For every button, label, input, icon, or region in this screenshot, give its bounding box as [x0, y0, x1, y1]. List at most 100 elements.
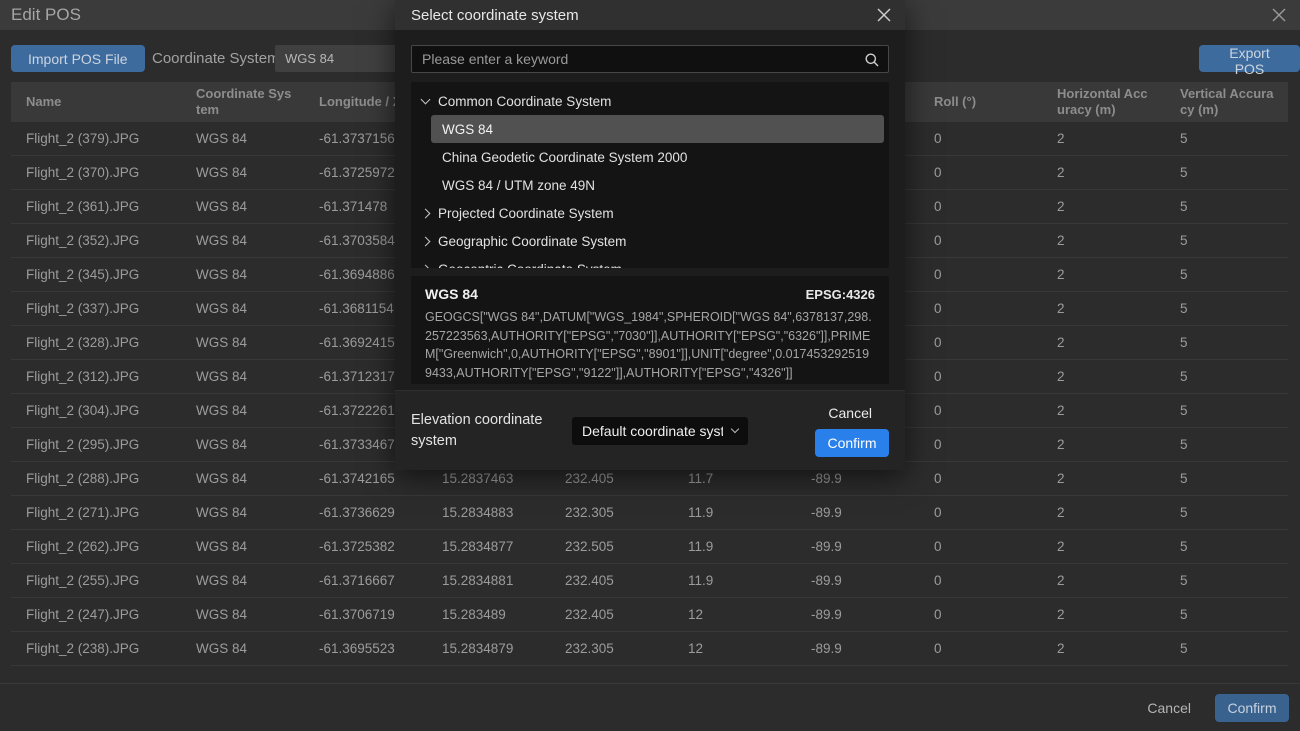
- table-cell: Flight_2 (247).JPG: [11, 598, 181, 631]
- table-row[interactable]: Flight_2 (255).JPGWGS 84-61.371666715.28…: [11, 564, 1288, 598]
- tree-group-common-coordinate-system[interactable]: Common Coordinate System: [411, 87, 889, 115]
- table-cell: Flight_2 (271).JPG: [11, 496, 181, 529]
- tree-group-label: Projected Coordinate System: [438, 206, 614, 221]
- table-cell: 5: [1165, 598, 1288, 631]
- table-cell: 2: [1042, 428, 1165, 461]
- table-cell: 5: [1165, 428, 1288, 461]
- table-cell: 5: [1165, 394, 1288, 427]
- table-cell: 2: [1042, 496, 1165, 529]
- detail-wkt-text: GEOGCS["WGS 84",DATUM["WGS_1984",SPHEROI…: [425, 308, 875, 382]
- table-cell: WGS 84: [181, 360, 304, 393]
- chevron-down-icon: [421, 94, 431, 104]
- table-cell: 2: [1042, 632, 1165, 665]
- elevation-coordinate-system-select[interactable]: Default coordinate syst...: [572, 417, 748, 445]
- modal-close-icon[interactable]: [877, 8, 891, 22]
- select-coordinate-system-dialog: Select coordinate system Common Coordina…: [395, 0, 905, 470]
- table-cell: Flight_2 (295).JPG: [11, 428, 181, 461]
- close-icon[interactable]: [1272, 8, 1286, 22]
- tree-group-geographic-coordinate-system[interactable]: Geographic Coordinate System: [411, 227, 889, 255]
- page-title: Edit POS: [11, 5, 81, 25]
- cancel-button[interactable]: Cancel: [1147, 700, 1191, 716]
- tree-group-geocentric-coordinate-system[interactable]: Geocentric Coordinate System: [411, 255, 889, 268]
- table-row[interactable]: Flight_2 (262).JPGWGS 84-61.372538215.28…: [11, 530, 1288, 564]
- table-row[interactable]: Flight_2 (238).JPGWGS 84-61.369552315.28…: [11, 632, 1288, 666]
- coordinate-detail-panel: WGS 84 EPSG:4326 GEOGCS["WGS 84",DATUM["…: [411, 276, 889, 384]
- table-cell: 2: [1042, 326, 1165, 359]
- table-cell: 0: [919, 122, 1042, 155]
- confirm-button[interactable]: Confirm: [1215, 694, 1289, 722]
- table-row[interactable]: Flight_2 (271).JPGWGS 84-61.373662915.28…: [11, 496, 1288, 530]
- table-cell: 0: [919, 292, 1042, 325]
- elevation-select-value: Default coordinate syst...: [582, 423, 723, 439]
- table-cell: 5: [1165, 496, 1288, 529]
- table-cell: -89.9: [796, 496, 919, 529]
- table-cell: Flight_2 (345).JPG: [11, 258, 181, 291]
- tree-item-wgs-84-utm-zone-49n[interactable]: WGS 84 / UTM zone 49N: [431, 171, 884, 199]
- table-cell: Flight_2 (238).JPG: [11, 632, 181, 665]
- table-cell: 2: [1042, 360, 1165, 393]
- table-cell: 5: [1165, 292, 1288, 325]
- table-cell: Flight_2 (352).JPG: [11, 224, 181, 257]
- tree-item-china-geodetic-coordinate-system-2000[interactable]: China Geodetic Coordinate System 2000: [431, 143, 884, 171]
- table-cell: 15.2834881: [427, 564, 550, 597]
- table-cell: 0: [919, 224, 1042, 257]
- chevron-right-icon: [421, 236, 431, 246]
- chevron-right-icon: [421, 208, 431, 218]
- table-cell: 2: [1042, 292, 1165, 325]
- table-cell: 232.405: [550, 598, 673, 631]
- table-cell: 0: [919, 530, 1042, 563]
- table-cell: WGS 84: [181, 530, 304, 563]
- table-cell: Flight_2 (304).JPG: [11, 394, 181, 427]
- coordinate-system-input[interactable]: WGS 84: [275, 45, 407, 72]
- table-cell: 2: [1042, 258, 1165, 291]
- table-cell: WGS 84: [181, 428, 304, 461]
- column-header-coordinate-system: Coordinate System: [181, 82, 304, 122]
- table-cell: WGS 84: [181, 496, 304, 529]
- table-cell: 2: [1042, 462, 1165, 495]
- table-cell: 0: [919, 326, 1042, 359]
- table-cell: Flight_2 (337).JPG: [11, 292, 181, 325]
- search-icon: [864, 52, 880, 68]
- tree-group-label: Geographic Coordinate System: [438, 234, 626, 249]
- tree-group-projected-coordinate-system[interactable]: Projected Coordinate System: [411, 199, 889, 227]
- table-cell: WGS 84: [181, 292, 304, 325]
- export-pos-button[interactable]: Export POS: [1199, 45, 1300, 72]
- table-cell: 15.2834879: [427, 632, 550, 665]
- coordinate-system-label: Coordinate System :: [152, 45, 288, 72]
- detail-epsg-code: EPSG:4326: [806, 287, 875, 302]
- search-input[interactable]: [412, 46, 888, 72]
- table-cell: 232.505: [550, 530, 673, 563]
- table-cell: 0: [919, 156, 1042, 189]
- table-cell: 232.405: [550, 564, 673, 597]
- table-cell: 0: [919, 190, 1042, 223]
- table-row[interactable]: Flight_2 (247).JPGWGS 84-61.370671915.28…: [11, 598, 1288, 632]
- table-cell: Flight_2 (328).JPG: [11, 326, 181, 359]
- table-cell: -61.3725382: [304, 530, 427, 563]
- modal-titlebar: Select coordinate system: [395, 0, 905, 30]
- table-cell: WGS 84: [181, 258, 304, 291]
- table-cell: 2: [1042, 122, 1165, 155]
- table-cell: 2: [1042, 190, 1165, 223]
- table-cell: 2: [1042, 530, 1165, 563]
- modal-confirm-button[interactable]: Confirm: [815, 429, 889, 457]
- table-cell: 2: [1042, 156, 1165, 189]
- tree-item-wgs-84[interactable]: WGS 84: [431, 115, 884, 143]
- table-cell: Flight_2 (379).JPG: [11, 122, 181, 155]
- table-cell: 5: [1165, 564, 1288, 597]
- table-cell: WGS 84: [181, 224, 304, 257]
- table-cell: -61.3736629: [304, 496, 427, 529]
- table-cell: WGS 84: [181, 156, 304, 189]
- table-cell: WGS 84: [181, 564, 304, 597]
- table-cell: -89.9: [796, 530, 919, 563]
- modal-footer: Elevation coordinate system Default coor…: [395, 390, 905, 470]
- import-pos-file-button[interactable]: Import POS File: [11, 45, 145, 72]
- keyword-search-box: [411, 45, 889, 73]
- modal-cancel-button[interactable]: Cancel: [828, 405, 872, 421]
- table-cell: 232.305: [550, 632, 673, 665]
- table-cell: 0: [919, 258, 1042, 291]
- table-cell: 5: [1165, 190, 1288, 223]
- table-cell: 5: [1165, 462, 1288, 495]
- table-cell: 12: [673, 598, 796, 631]
- table-cell: WGS 84: [181, 462, 304, 495]
- table-cell: WGS 84: [181, 122, 304, 155]
